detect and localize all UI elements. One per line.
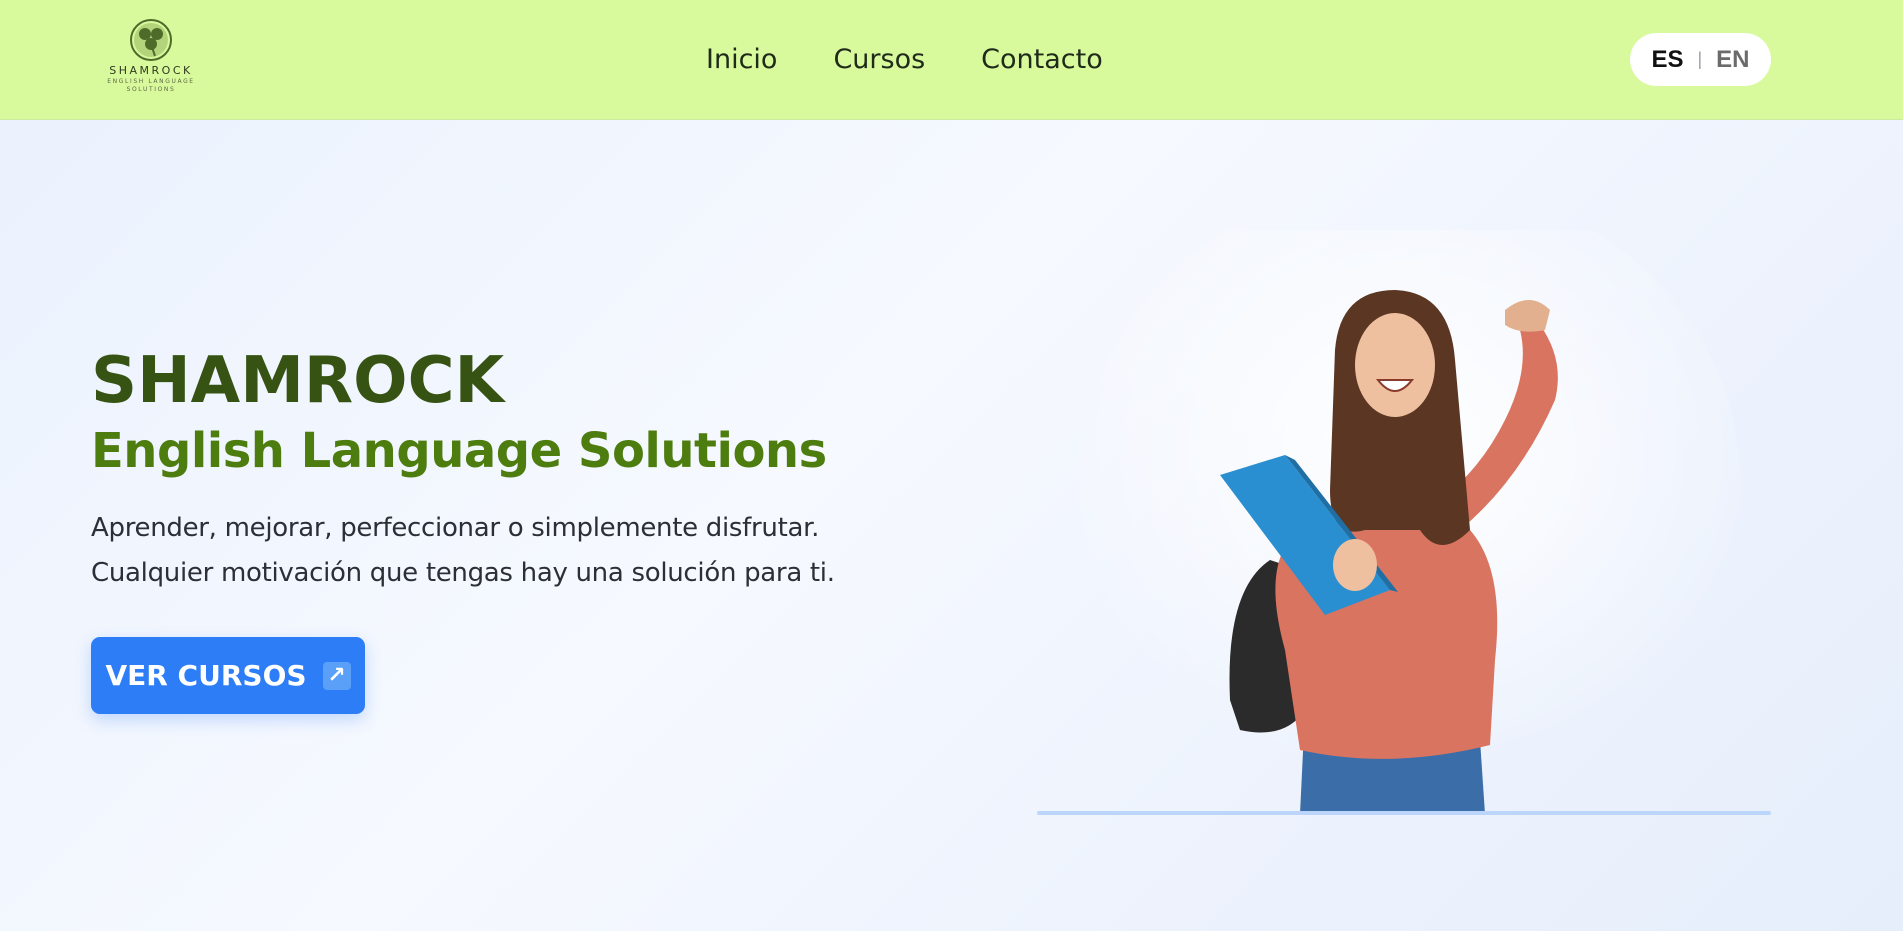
nav-contacto[interactable]: Contacto bbox=[981, 40, 1103, 80]
lang-en-button[interactable]: EN bbox=[1716, 46, 1749, 74]
site-header: SHAMROCK ENGLISH LANGUAGE SOLUTIONS Inic… bbox=[0, 0, 1903, 120]
external-arrow-icon: ↗ bbox=[322, 661, 351, 690]
lang-separator: | bbox=[1697, 49, 1703, 69]
hero-title: SHAMROCK bbox=[91, 344, 505, 418]
logo-name: SHAMROCK bbox=[109, 64, 193, 77]
hero-description-line2: Cualquier motivación que tengas hay una … bbox=[91, 558, 835, 588]
nav-cursos[interactable]: Cursos bbox=[833, 40, 925, 80]
hero-text: SHAMROCK English Language Solutions Apre… bbox=[91, 340, 991, 596]
nav-inicio[interactable]: Inicio bbox=[706, 40, 777, 80]
main-nav: Inicio Cursos Contacto bbox=[706, 40, 1159, 80]
hero-description: Aprender, mejorar, perfeccionar o simple… bbox=[91, 506, 991, 596]
shamrock-icon bbox=[130, 19, 172, 61]
hero-accent-line bbox=[1037, 811, 1771, 815]
language-switcher: ES | EN bbox=[1630, 33, 1771, 86]
student-photo bbox=[1000, 230, 1760, 814]
ver-cursos-label: VER CURSOS bbox=[105, 659, 307, 692]
lang-es-button[interactable]: ES bbox=[1651, 46, 1683, 74]
logo-tagline-2: SOLUTIONS bbox=[126, 86, 176, 93]
logo-tagline: ENGLISH LANGUAGE bbox=[107, 78, 195, 85]
hero-subtitle: English Language Solutions bbox=[91, 423, 827, 479]
logo[interactable]: SHAMROCK ENGLISH LANGUAGE SOLUTIONS bbox=[88, 18, 214, 100]
hero-description-line1: Aprender, mejorar, perfeccionar o simple… bbox=[91, 513, 820, 543]
ver-cursos-button[interactable]: VER CURSOS ↗ bbox=[91, 637, 365, 714]
